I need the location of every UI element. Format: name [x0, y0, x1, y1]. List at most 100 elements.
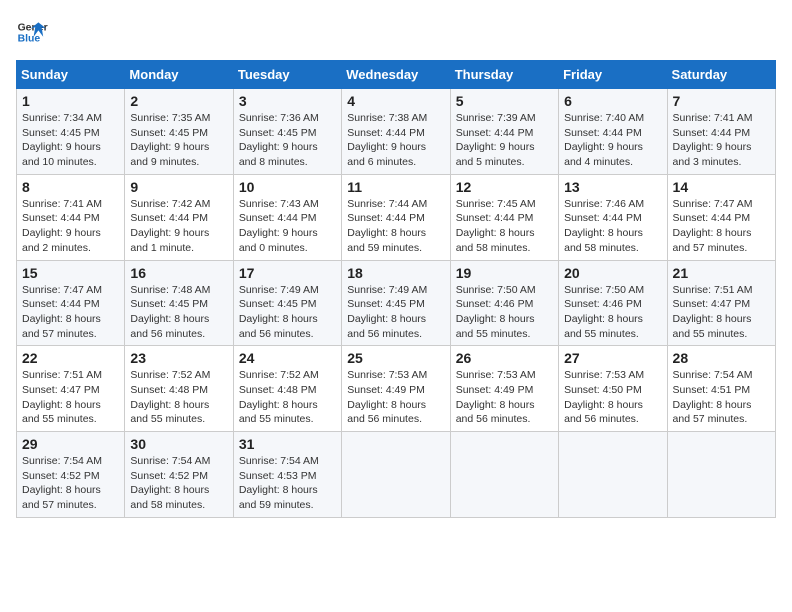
day-info: Sunrise: 7:54 AM Sunset: 4:53 PM Dayligh…	[239, 454, 336, 513]
day-number: 12	[456, 179, 553, 195]
day-info: Sunrise: 7:45 AM Sunset: 4:44 PM Dayligh…	[456, 197, 553, 256]
day-cell: 27 Sunrise: 7:53 AM Sunset: 4:50 PM Dayl…	[559, 346, 667, 432]
day-number: 1	[22, 93, 119, 109]
day-info: Sunrise: 7:39 AM Sunset: 4:44 PM Dayligh…	[456, 111, 553, 170]
logo-icon: General Blue	[16, 16, 48, 48]
header-row: Sunday Monday Tuesday Wednesday Thursday…	[17, 61, 776, 89]
day-number: 30	[130, 436, 227, 452]
empty-cell	[450, 432, 558, 518]
day-info: Sunrise: 7:53 AM Sunset: 4:50 PM Dayligh…	[564, 368, 661, 427]
day-number: 13	[564, 179, 661, 195]
day-info: Sunrise: 7:53 AM Sunset: 4:49 PM Dayligh…	[347, 368, 444, 427]
day-cell: 29 Sunrise: 7:54 AM Sunset: 4:52 PM Dayl…	[17, 432, 125, 518]
col-wednesday: Wednesday	[342, 61, 450, 89]
day-cell: 26 Sunrise: 7:53 AM Sunset: 4:49 PM Dayl…	[450, 346, 558, 432]
day-cell: 2 Sunrise: 7:35 AM Sunset: 4:45 PM Dayli…	[125, 89, 233, 175]
day-cell: 16 Sunrise: 7:48 AM Sunset: 4:45 PM Dayl…	[125, 260, 233, 346]
day-cell: 30 Sunrise: 7:54 AM Sunset: 4:52 PM Dayl…	[125, 432, 233, 518]
day-number: 25	[347, 350, 444, 366]
day-cell: 21 Sunrise: 7:51 AM Sunset: 4:47 PM Dayl…	[667, 260, 775, 346]
day-cell: 13 Sunrise: 7:46 AM Sunset: 4:44 PM Dayl…	[559, 174, 667, 260]
day-number: 19	[456, 265, 553, 281]
day-cell: 19 Sunrise: 7:50 AM Sunset: 4:46 PM Dayl…	[450, 260, 558, 346]
day-info: Sunrise: 7:51 AM Sunset: 4:47 PM Dayligh…	[22, 368, 119, 427]
page-header: General Blue	[16, 16, 776, 48]
calendar-row: 1 Sunrise: 7:34 AM Sunset: 4:45 PM Dayli…	[17, 89, 776, 175]
day-info: Sunrise: 7:47 AM Sunset: 4:44 PM Dayligh…	[673, 197, 770, 256]
day-info: Sunrise: 7:54 AM Sunset: 4:52 PM Dayligh…	[22, 454, 119, 513]
day-number: 18	[347, 265, 444, 281]
col-monday: Monday	[125, 61, 233, 89]
calendar-row: 8 Sunrise: 7:41 AM Sunset: 4:44 PM Dayli…	[17, 174, 776, 260]
day-cell: 25 Sunrise: 7:53 AM Sunset: 4:49 PM Dayl…	[342, 346, 450, 432]
day-cell: 3 Sunrise: 7:36 AM Sunset: 4:45 PM Dayli…	[233, 89, 341, 175]
day-number: 10	[239, 179, 336, 195]
day-number: 21	[673, 265, 770, 281]
calendar-row: 15 Sunrise: 7:47 AM Sunset: 4:44 PM Dayl…	[17, 260, 776, 346]
day-info: Sunrise: 7:44 AM Sunset: 4:44 PM Dayligh…	[347, 197, 444, 256]
day-info: Sunrise: 7:50 AM Sunset: 4:46 PM Dayligh…	[456, 283, 553, 342]
day-cell: 4 Sunrise: 7:38 AM Sunset: 4:44 PM Dayli…	[342, 89, 450, 175]
day-cell: 28 Sunrise: 7:54 AM Sunset: 4:51 PM Dayl…	[667, 346, 775, 432]
empty-cell	[667, 432, 775, 518]
empty-cell	[342, 432, 450, 518]
day-number: 23	[130, 350, 227, 366]
day-cell: 15 Sunrise: 7:47 AM Sunset: 4:44 PM Dayl…	[17, 260, 125, 346]
day-info: Sunrise: 7:49 AM Sunset: 4:45 PM Dayligh…	[239, 283, 336, 342]
day-info: Sunrise: 7:52 AM Sunset: 4:48 PM Dayligh…	[130, 368, 227, 427]
day-number: 11	[347, 179, 444, 195]
day-cell: 9 Sunrise: 7:42 AM Sunset: 4:44 PM Dayli…	[125, 174, 233, 260]
day-number: 4	[347, 93, 444, 109]
day-cell: 22 Sunrise: 7:51 AM Sunset: 4:47 PM Dayl…	[17, 346, 125, 432]
day-cell: 6 Sunrise: 7:40 AM Sunset: 4:44 PM Dayli…	[559, 89, 667, 175]
day-number: 3	[239, 93, 336, 109]
day-info: Sunrise: 7:35 AM Sunset: 4:45 PM Dayligh…	[130, 111, 227, 170]
day-info: Sunrise: 7:54 AM Sunset: 4:51 PM Dayligh…	[673, 368, 770, 427]
day-info: Sunrise: 7:42 AM Sunset: 4:44 PM Dayligh…	[130, 197, 227, 256]
day-number: 26	[456, 350, 553, 366]
svg-text:Blue: Blue	[18, 34, 41, 45]
day-info: Sunrise: 7:40 AM Sunset: 4:44 PM Dayligh…	[564, 111, 661, 170]
day-info: Sunrise: 7:47 AM Sunset: 4:44 PM Dayligh…	[22, 283, 119, 342]
day-number: 5	[456, 93, 553, 109]
day-number: 6	[564, 93, 661, 109]
day-cell: 23 Sunrise: 7:52 AM Sunset: 4:48 PM Dayl…	[125, 346, 233, 432]
calendar-row: 29 Sunrise: 7:54 AM Sunset: 4:52 PM Dayl…	[17, 432, 776, 518]
day-cell: 17 Sunrise: 7:49 AM Sunset: 4:45 PM Dayl…	[233, 260, 341, 346]
day-info: Sunrise: 7:46 AM Sunset: 4:44 PM Dayligh…	[564, 197, 661, 256]
day-cell: 10 Sunrise: 7:43 AM Sunset: 4:44 PM Dayl…	[233, 174, 341, 260]
day-cell: 14 Sunrise: 7:47 AM Sunset: 4:44 PM Dayl…	[667, 174, 775, 260]
day-number: 14	[673, 179, 770, 195]
col-thursday: Thursday	[450, 61, 558, 89]
day-cell: 11 Sunrise: 7:44 AM Sunset: 4:44 PM Dayl…	[342, 174, 450, 260]
day-cell: 5 Sunrise: 7:39 AM Sunset: 4:44 PM Dayli…	[450, 89, 558, 175]
col-friday: Friday	[559, 61, 667, 89]
day-cell: 8 Sunrise: 7:41 AM Sunset: 4:44 PM Dayli…	[17, 174, 125, 260]
day-cell: 1 Sunrise: 7:34 AM Sunset: 4:45 PM Dayli…	[17, 89, 125, 175]
day-info: Sunrise: 7:41 AM Sunset: 4:44 PM Dayligh…	[673, 111, 770, 170]
day-number: 28	[673, 350, 770, 366]
day-info: Sunrise: 7:53 AM Sunset: 4:49 PM Dayligh…	[456, 368, 553, 427]
day-number: 31	[239, 436, 336, 452]
empty-cell	[559, 432, 667, 518]
day-info: Sunrise: 7:54 AM Sunset: 4:52 PM Dayligh…	[130, 454, 227, 513]
day-number: 17	[239, 265, 336, 281]
day-cell: 12 Sunrise: 7:45 AM Sunset: 4:44 PM Dayl…	[450, 174, 558, 260]
day-cell: 20 Sunrise: 7:50 AM Sunset: 4:46 PM Dayl…	[559, 260, 667, 346]
day-number: 9	[130, 179, 227, 195]
day-info: Sunrise: 7:36 AM Sunset: 4:45 PM Dayligh…	[239, 111, 336, 170]
col-saturday: Saturday	[667, 61, 775, 89]
day-info: Sunrise: 7:50 AM Sunset: 4:46 PM Dayligh…	[564, 283, 661, 342]
calendar-row: 22 Sunrise: 7:51 AM Sunset: 4:47 PM Dayl…	[17, 346, 776, 432]
day-info: Sunrise: 7:49 AM Sunset: 4:45 PM Dayligh…	[347, 283, 444, 342]
day-cell: 7 Sunrise: 7:41 AM Sunset: 4:44 PM Dayli…	[667, 89, 775, 175]
day-info: Sunrise: 7:48 AM Sunset: 4:45 PM Dayligh…	[130, 283, 227, 342]
day-number: 2	[130, 93, 227, 109]
day-number: 16	[130, 265, 227, 281]
day-info: Sunrise: 7:51 AM Sunset: 4:47 PM Dayligh…	[673, 283, 770, 342]
day-number: 8	[22, 179, 119, 195]
day-number: 29	[22, 436, 119, 452]
day-info: Sunrise: 7:41 AM Sunset: 4:44 PM Dayligh…	[22, 197, 119, 256]
calendar-table: Sunday Monday Tuesday Wednesday Thursday…	[16, 60, 776, 518]
logo: General Blue	[16, 16, 48, 48]
